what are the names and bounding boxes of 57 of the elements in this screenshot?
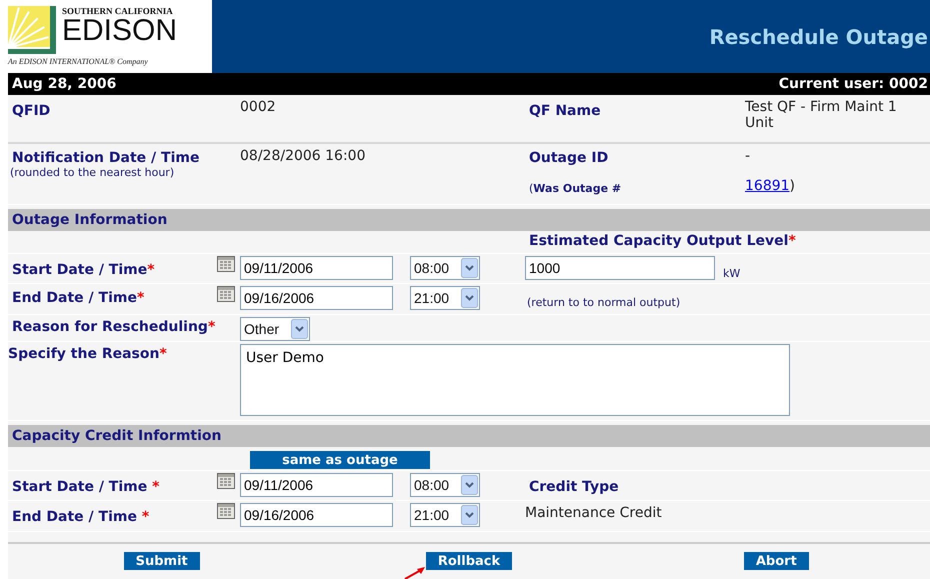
current-user: Current user: 0002 — [778, 76, 928, 92]
field-label: Outage ID — [528, 149, 610, 166]
caret-icon[interactable] — [461, 505, 478, 525]
field-label: Reason for Rescheduling* — [11, 318, 216, 335]
reason-textarea[interactable]: User Demo — [240, 344, 790, 416]
date-input[interactable]: 09/11/2006 — [240, 473, 393, 497]
time-select[interactable]: 08:00 — [410, 256, 480, 280]
field-note: (return to to normal output) — [526, 295, 682, 309]
field-label: Credit Type — [528, 478, 620, 495]
calendar-icon[interactable] — [217, 473, 235, 489]
field-value: - — [745, 147, 752, 164]
unit-label: kW — [722, 267, 740, 280]
field-label: Start Date / Time* — [11, 261, 156, 278]
action-button[interactable]: Submit — [124, 552, 200, 570]
paren-text: ) — [790, 178, 796, 194]
field-label: QFID — [11, 102, 52, 119]
time-select[interactable]: 21:00 — [410, 286, 480, 310]
caret-icon[interactable] — [461, 258, 478, 278]
field-label: End Date / Time * — [11, 508, 150, 525]
capacity-input[interactable]: 1000 — [525, 256, 715, 280]
field-label: End Date / Time* — [11, 289, 146, 306]
calendar-icon[interactable] — [217, 503, 235, 519]
date-text: Aug 28, 2006 — [12, 76, 116, 92]
date-input[interactable]: 09/16/2006 — [240, 503, 393, 527]
field-label: Specify the Reason* — [8, 345, 168, 362]
field-label: Start Date / Time * — [11, 478, 160, 495]
logo-tagline: An EDISON INTERNATIONAL® Company — [8, 57, 149, 66]
arrow-icon — [403, 566, 427, 579]
caret-icon[interactable] — [461, 288, 478, 308]
page-title: Reschedule Outage — [709, 24, 928, 48]
logo-text: SOUTHERN CALIFORNIA — [62, 6, 174, 16]
action-button[interactable]: Abort — [744, 552, 809, 570]
date-input[interactable]: 09/11/2006 — [240, 256, 393, 280]
date-input[interactable]: 09/16/2006 — [240, 286, 393, 310]
caret-icon[interactable] — [461, 475, 478, 495]
caret-icon[interactable] — [291, 319, 308, 339]
field-value: 0002 — [240, 98, 277, 115]
time-select[interactable]: 08:00 — [410, 473, 480, 497]
field-label: (Was Outage # — [528, 182, 622, 195]
field-label: QF Name — [528, 102, 602, 119]
reason-select[interactable]: Other — [240, 317, 310, 341]
calendar-icon[interactable] — [217, 286, 235, 302]
section-title: Capacity Credit Informtion — [12, 428, 222, 444]
calendar-icon[interactable] — [217, 256, 235, 272]
section-title: Outage Information — [12, 212, 168, 228]
action-button[interactable]: Rollback — [426, 552, 512, 570]
sunburst-icon — [8, 6, 56, 54]
field-label: Notification Date / Time — [11, 149, 200, 166]
logo-text: EDISON — [62, 16, 178, 46]
time-select[interactable]: 21:00 — [410, 503, 480, 527]
field-label: Estimated Capacity Output Level* — [528, 233, 797, 249]
outage-link[interactable]: 16891 — [745, 178, 790, 194]
field-note: (rounded to the nearest hour) — [9, 166, 176, 179]
same-as-outage-button[interactable]: same as outage — [250, 451, 430, 469]
field-value: Maintenance Credit — [525, 504, 663, 521]
field-value: Test QF - Firm Maint 1 Unit — [745, 98, 898, 131]
field-value: 08/28/2006 16:00 — [240, 147, 366, 164]
